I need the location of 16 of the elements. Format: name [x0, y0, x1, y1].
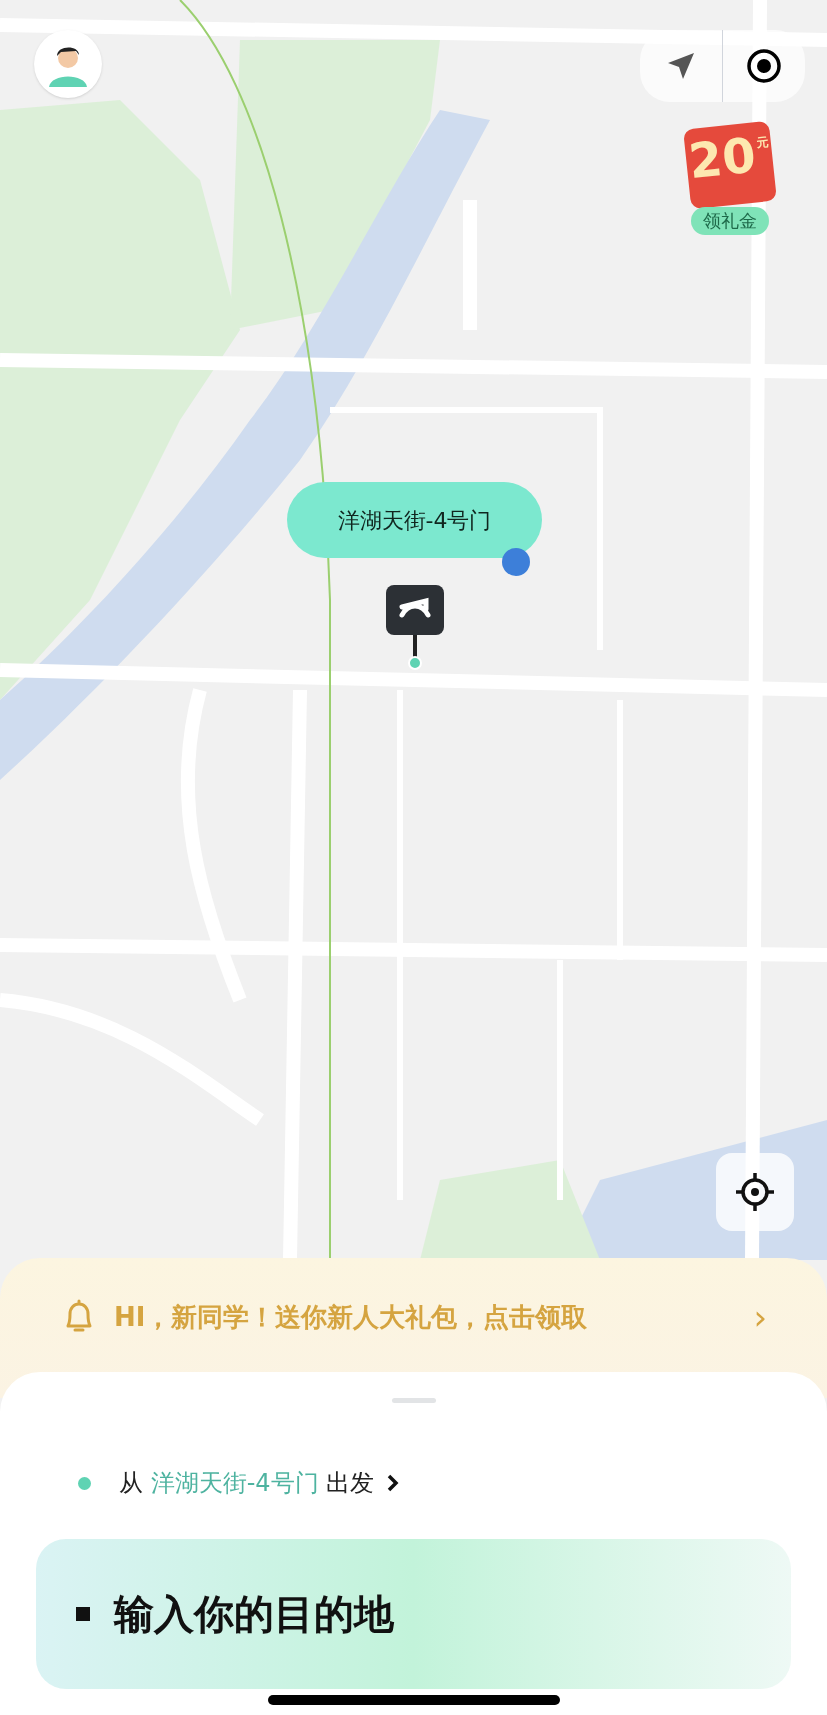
destination-search-field[interactable]: 输入你的目的地 [36, 1539, 791, 1689]
destination-prompt: 输入你的目的地 [114, 1590, 394, 1639]
locate-button[interactable] [716, 1153, 794, 1231]
target-icon [745, 48, 782, 84]
reward-unit: 元 [755, 133, 770, 153]
start-location-link[interactable]: 从 洋湖天街-4号门 出发 [78, 1465, 401, 1501]
square-bullet-icon [76, 1607, 90, 1621]
start-location-text: 从 洋湖天街-4号门 出发 [119, 1468, 375, 1499]
locate-icon [734, 1171, 776, 1213]
promo-text: HI，新同学！送你新人大礼包，点击领取 [114, 1301, 588, 1334]
drag-handle[interactable] [391, 1398, 436, 1403]
chevron-icon [386, 1473, 401, 1493]
chevron-icon: › [753, 1298, 767, 1336]
claim-reward-label: 领礼金 [691, 207, 769, 235]
pickup-location-bubble: 洋湖天街-4号门 [287, 482, 542, 558]
pickup-pin-icon [386, 585, 444, 670]
